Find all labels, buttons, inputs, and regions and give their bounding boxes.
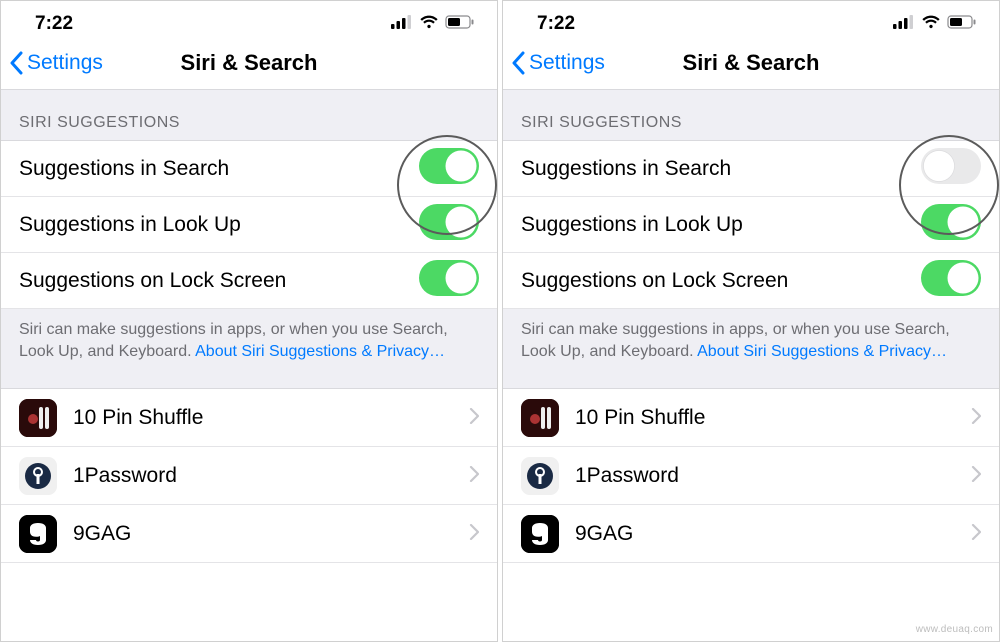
status-time: 7:22 (35, 13, 73, 35)
app-icon-1password (19, 457, 57, 495)
wifi-icon (419, 13, 439, 35)
status-time: 7:22 (537, 13, 575, 35)
back-label: Settings (529, 51, 605, 75)
chevron-right-icon (469, 464, 479, 488)
back-label: Settings (27, 51, 103, 75)
app-icon-9gag (19, 515, 57, 553)
row-label: Suggestions in Search (19, 157, 229, 181)
app-row-9gag[interactable]: 9GAG (1, 505, 497, 563)
battery-icon (445, 13, 475, 35)
status-indicators (893, 13, 977, 35)
app-row-10pin[interactable]: 10 Pin Shuffle (1, 389, 497, 447)
status-indicators (391, 13, 475, 35)
app-label: 1Password (575, 464, 679, 488)
status-bar: 7:22 (1, 1, 497, 37)
phone-right: 7:22 Settings Siri & Search SIRI SUGGEST… (502, 0, 1000, 642)
chevron-right-icon (971, 522, 981, 546)
section-header-siri: SIRI SUGGESTIONS (503, 89, 999, 141)
watermark: www.deuaq.com (916, 624, 993, 635)
back-button[interactable]: Settings (9, 51, 103, 75)
section-header-siri: SIRI SUGGESTIONS (1, 89, 497, 141)
row-suggestions-search[interactable]: Suggestions in Search (503, 141, 999, 197)
battery-icon (947, 13, 977, 35)
section-footer: Siri can make suggestions in apps, or wh… (503, 309, 999, 389)
cellular-icon (893, 13, 915, 35)
back-button[interactable]: Settings (511, 51, 605, 75)
phone-left: 7:22 Settings Siri & Search SIRI SUGGEST… (0, 0, 498, 642)
row-suggestions-lock[interactable]: Suggestions on Lock Screen (503, 253, 999, 309)
status-bar: 7:22 (503, 1, 999, 37)
app-label: 9GAG (73, 522, 131, 546)
toggle-suggestions-search[interactable] (921, 148, 981, 190)
row-suggestions-lock[interactable]: Suggestions on Lock Screen (1, 253, 497, 309)
toggle-suggestions-lookup[interactable] (419, 204, 479, 246)
app-icon-9gag (521, 515, 559, 553)
app-label: 10 Pin Shuffle (73, 406, 203, 430)
app-icon-1password (521, 457, 559, 495)
chevron-right-icon (971, 464, 981, 488)
row-label: Suggestions in Look Up (19, 213, 241, 237)
toggle-suggestions-lock[interactable] (921, 260, 981, 302)
section-footer: Siri can make suggestions in apps, or wh… (1, 309, 497, 389)
row-label: Suggestions on Lock Screen (19, 269, 286, 293)
chevron-right-icon (971, 406, 981, 430)
row-suggestions-lookup[interactable]: Suggestions in Look Up (503, 197, 999, 253)
toggle-suggestions-lookup[interactable] (921, 204, 981, 246)
toggle-suggestions-search[interactable] (419, 148, 479, 190)
chevron-left-icon (511, 51, 527, 75)
app-icon-10pin (19, 399, 57, 437)
app-label: 1Password (73, 464, 177, 488)
nav-bar: Settings Siri & Search (503, 37, 999, 89)
about-link[interactable]: About Siri Suggestions & Privacy… (697, 343, 947, 360)
toggle-suggestions-lock[interactable] (419, 260, 479, 302)
row-label: Suggestions in Look Up (521, 213, 743, 237)
wifi-icon (921, 13, 941, 35)
app-row-1password[interactable]: 1Password (1, 447, 497, 505)
row-suggestions-search[interactable]: Suggestions in Search (1, 141, 497, 197)
app-icon-10pin (521, 399, 559, 437)
row-suggestions-lookup[interactable]: Suggestions in Look Up (1, 197, 497, 253)
chevron-right-icon (469, 522, 479, 546)
nav-bar: Settings Siri & Search (1, 37, 497, 89)
row-label: Suggestions in Search (521, 157, 731, 181)
cellular-icon (391, 13, 413, 35)
chevron-left-icon (9, 51, 25, 75)
app-row-9gag[interactable]: 9GAG (503, 505, 999, 563)
app-row-10pin[interactable]: 10 Pin Shuffle (503, 389, 999, 447)
app-row-1password[interactable]: 1Password (503, 447, 999, 505)
about-link[interactable]: About Siri Suggestions & Privacy… (195, 343, 445, 360)
app-label: 10 Pin Shuffle (575, 406, 705, 430)
chevron-right-icon (469, 406, 479, 430)
app-label: 9GAG (575, 522, 633, 546)
row-label: Suggestions on Lock Screen (521, 269, 788, 293)
